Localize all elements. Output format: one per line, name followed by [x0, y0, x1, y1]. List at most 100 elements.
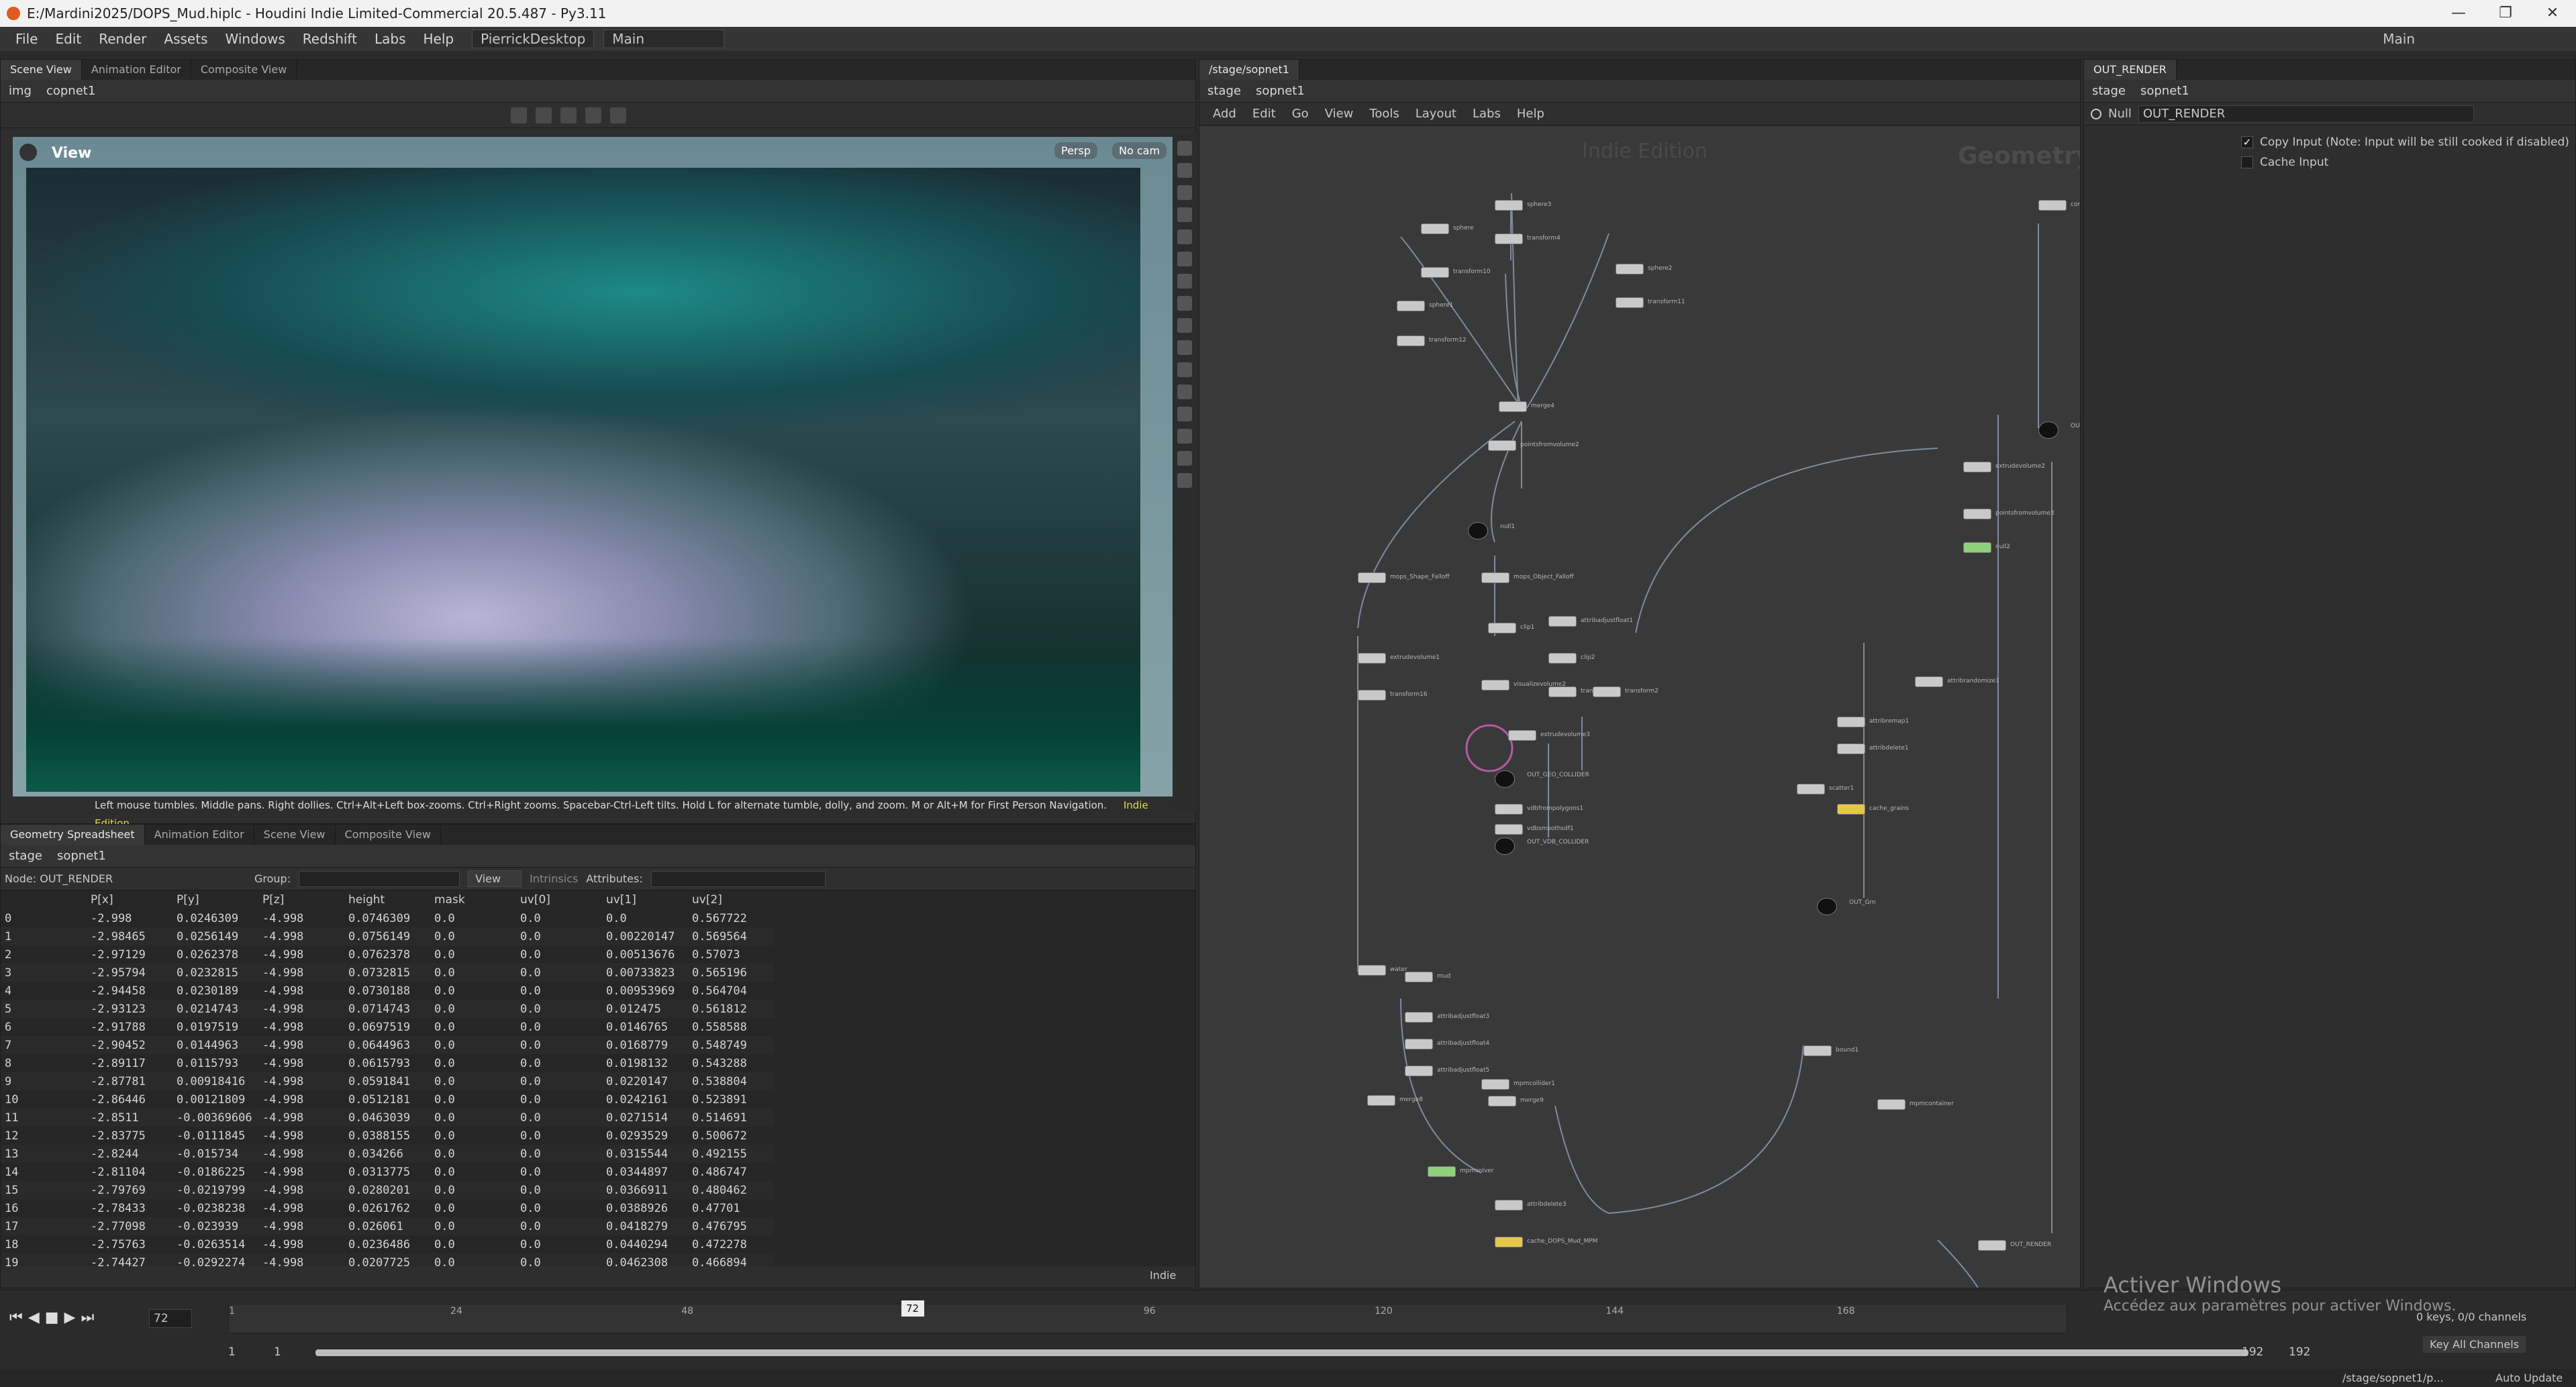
attributes-field[interactable] — [650, 870, 826, 887]
xray-icon[interactable] — [1177, 451, 1192, 466]
network-node[interactable] — [1817, 898, 1837, 915]
play-button[interactable]: ▶ — [64, 1309, 76, 1326]
table-row[interactable]: 5 -2.93123 0.0214743 -4.998 0.0714743 0.0 0.0 0… — [1, 1000, 774, 1018]
tab-composite-view-2[interactable]: Composite View — [336, 825, 441, 845]
network-node[interactable] — [1877, 1099, 1905, 1110]
bounds-icon[interactable] — [1177, 362, 1192, 377]
network-node[interactable] — [1548, 616, 1577, 627]
range-start2-field[interactable]: 1 — [274, 1345, 281, 1359]
playhead[interactable]: 72 — [901, 1300, 924, 1317]
network-node[interactable] — [1481, 572, 1509, 583]
stop-button[interactable]: ■ — [45, 1309, 59, 1326]
group-field[interactable] — [299, 870, 460, 887]
range-start-field[interactable]: 1 — [228, 1345, 236, 1359]
close-button[interactable]: ✕ — [2529, 0, 2576, 27]
context-selector[interactable]: Main — [603, 30, 725, 48]
table-row[interactable]: 8 -2.89117 0.0115793 -4.998 0.0615793 0.0 0.0 0… — [1, 1054, 774, 1072]
column-header[interactable]: P[z] — [258, 890, 344, 909]
persp-button[interactable]: Persp — [1054, 142, 1097, 159]
network-node[interactable] — [1495, 837, 1515, 855]
network-node[interactable] — [1508, 730, 1536, 741]
tab-geometry-spreadsheet[interactable]: Geometry Spreadsheet — [1, 825, 145, 845]
info-icon[interactable] — [1177, 473, 1192, 488]
jump-start-button[interactable]: ⏮ — [9, 1309, 23, 1326]
normals-icon[interactable] — [1177, 340, 1192, 355]
net-path-stage[interactable]: stage — [1207, 80, 1241, 102]
tab-scene-view-2[interactable]: Scene View — [254, 825, 336, 845]
auto-update-toggle[interactable]: Auto Update — [2495, 1369, 2563, 1387]
view-tool-icon[interactable] — [585, 107, 602, 123]
network-node[interactable] — [1481, 680, 1509, 690]
network-node[interactable] — [2038, 200, 2067, 211]
display-icon[interactable] — [1177, 141, 1192, 156]
network-node[interactable] — [1421, 267, 1449, 278]
network-node[interactable] — [1797, 784, 1825, 794]
network-node[interactable] — [1367, 1095, 1395, 1106]
column-header[interactable]: P[y] — [172, 890, 258, 909]
path-stage[interactable]: stage — [9, 845, 42, 867]
template-icon[interactable] — [1177, 429, 1192, 444]
minimize-button[interactable]: — — [2435, 0, 2482, 27]
table-row[interactable]: 4 -2.94458 0.0230189 -4.998 0.0730188 0.0 0.0 0… — [1, 982, 774, 1000]
jump-end-button[interactable]: ⏭ — [81, 1309, 94, 1326]
network-node[interactable] — [1358, 965, 1386, 976]
network-node[interactable] — [1405, 1066, 1433, 1076]
table-row[interactable]: 14 -2.81104 -0.0186225 -4.998 0.0313775 0.0 0.… — [1, 1163, 774, 1181]
display-options-icon[interactable] — [610, 107, 627, 123]
table-row[interactable]: 17 -2.77098 -0.023939 -4.998 0.026061 0.0 0.0 0… — [1, 1217, 774, 1235]
column-header[interactable]: uv[1] — [602, 890, 688, 909]
table-row[interactable]: 11 -2.8511 -0.00369606 -4.998 0.0463039 0.0 0.… — [1, 1109, 774, 1127]
right-context-selector[interactable]: Main — [2383, 27, 2415, 51]
table-row[interactable]: 10 -2.86446 0.00121809 -4.998 0.0512181 0.0 0.… — [1, 1090, 774, 1109]
network-node[interactable] — [1488, 623, 1516, 633]
tab-stage-sopnet1[interactable]: /stage/sopnet1 — [1199, 60, 1299, 80]
table-row[interactable]: 16 -2.78433 -0.0238238 -4.998 0.0261762 0.0 0.… — [1, 1199, 774, 1217]
table-row[interactable]: 2 -2.97129 0.0262378 -4.998 0.0762378 0.0 0.0 0… — [1, 945, 774, 964]
param-path-sopnet1[interactable]: sopnet1 — [2140, 80, 2189, 102]
network-node[interactable] — [1405, 1039, 1433, 1049]
network-node[interactable] — [1978, 1240, 2006, 1251]
table-row[interactable]: 3 -2.95794 0.0232815 -4.998 0.0732815 0.0 0.0 0… — [1, 964, 774, 982]
table-row[interactable]: 0 -2.998 0.0246309 -4.998 0.0746309 0.0 0.0 0.0… — [1, 909, 774, 927]
column-header[interactable]: uv[0] — [516, 890, 602, 909]
desktop-selector[interactable]: PierrickDesktop — [472, 30, 595, 48]
network-node[interactable] — [1499, 401, 1527, 412]
menu-help[interactable]: Help — [414, 27, 462, 51]
node-info-icon[interactable] — [2091, 108, 2101, 119]
network-node[interactable] — [1593, 686, 1621, 697]
table-row[interactable]: 13 -2.8244 -0.015734 -4.998 0.034266 0.0 0.0 0.… — [1, 1145, 774, 1163]
network-node[interactable] — [1495, 824, 1523, 835]
table-row[interactable]: 18 -2.75763 -0.0263514 -4.998 0.0236486 0.0 0.… — [1, 1235, 774, 1253]
lock-icon[interactable] — [1177, 163, 1192, 178]
menu-assets[interactable]: Assets — [155, 27, 216, 51]
network-node[interactable] — [1963, 542, 1991, 553]
network-node[interactable] — [1495, 804, 1523, 815]
network-node[interactable] — [1548, 653, 1577, 664]
network-canvas[interactable]: Indie Edition Geometry sphere3 transform4… — [1199, 126, 2080, 1288]
network-node[interactable] — [1803, 1045, 1832, 1056]
column-header[interactable] — [1, 890, 87, 909]
net-menu-add[interactable]: Add — [1205, 103, 1244, 125]
network-node[interactable] — [1397, 301, 1425, 311]
view-dropdown[interactable]: View — [468, 870, 522, 887]
net-path-sopnet1[interactable]: sopnet1 — [1256, 80, 1305, 102]
network-node[interactable] — [1358, 690, 1386, 701]
network-node[interactable] — [1616, 264, 1644, 274]
network-node[interactable] — [1963, 462, 1991, 472]
table-row[interactable]: 12 -2.83775 -0.0111845 -4.998 0.0388155 0.0 0.… — [1, 1127, 774, 1145]
timeline-ruler[interactable]: 124487296120144168 72 — [228, 1300, 2067, 1333]
range-end-field[interactable]: 192 — [2242, 1345, 2263, 1359]
isolate-icon[interactable] — [1177, 407, 1192, 421]
tab-animation-editor-2[interactable]: Animation Editor — [145, 825, 254, 845]
network-node[interactable] — [1488, 1096, 1516, 1107]
camera-button[interactable]: No cam — [1112, 142, 1167, 159]
table-row[interactable]: 15 -2.79769 -0.0219799 -4.998 0.0280201 0.0 0.… — [1, 1181, 774, 1199]
network-node[interactable] — [1428, 1166, 1456, 1177]
network-node[interactable] — [1405, 972, 1433, 982]
net-menu-edit[interactable]: Edit — [1244, 103, 1284, 125]
network-node[interactable] — [1358, 653, 1386, 664]
view-menu-icon[interactable] — [19, 144, 37, 161]
network-node[interactable] — [2038, 421, 2059, 439]
network-node[interactable] — [1837, 717, 1865, 727]
wireframe-icon[interactable] — [1177, 274, 1192, 289]
